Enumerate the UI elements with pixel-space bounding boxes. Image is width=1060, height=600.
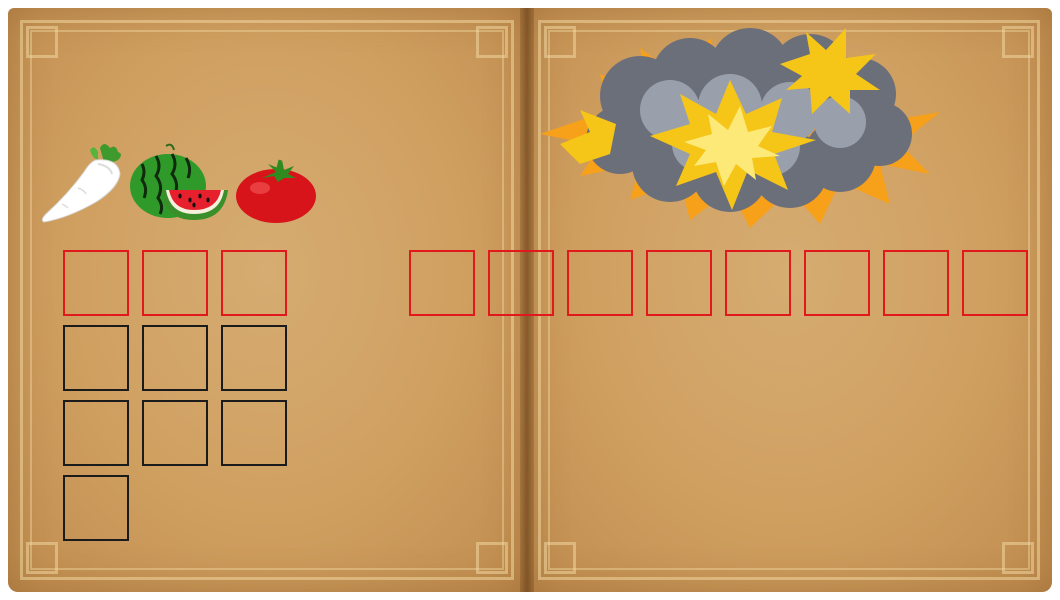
choice-slot[interactable]: [63, 325, 129, 391]
choice-slot[interactable]: [63, 475, 129, 541]
watermelon-icon: [128, 142, 230, 222]
right-page-corner-ornament: [1002, 542, 1034, 574]
answer-slot[interactable]: [646, 250, 712, 316]
tomato-icon: [234, 158, 320, 224]
answer-slot[interactable]: [142, 250, 208, 316]
choice-slot[interactable]: [63, 400, 129, 466]
daikon-radish-icon: [38, 142, 126, 226]
left-page-corner-ornament: [476, 26, 508, 58]
answer-slot[interactable]: [567, 250, 633, 316]
left-page-corner-ornament: [26, 26, 58, 58]
answer-slot[interactable]: [221, 250, 287, 316]
answer-slot[interactable]: [63, 250, 129, 316]
answer-slot[interactable]: [725, 250, 791, 316]
answer-slot[interactable]: [409, 250, 475, 316]
choice-slot[interactable]: [142, 325, 208, 391]
choice-slot[interactable]: [221, 400, 287, 466]
choice-slot[interactable]: [142, 400, 208, 466]
explosion-icon: [520, 14, 952, 242]
choice-slot[interactable]: [221, 325, 287, 391]
right-page-corner-ornament: [1002, 26, 1034, 58]
left-page-corner-ornament: [26, 542, 58, 574]
answer-slot[interactable]: [488, 250, 554, 316]
answer-slot[interactable]: [804, 250, 870, 316]
right-page-corner-ornament: [544, 542, 576, 574]
answer-slot[interactable]: [883, 250, 949, 316]
answer-slot[interactable]: [962, 250, 1028, 316]
left-page-corner-ornament: [476, 542, 508, 574]
